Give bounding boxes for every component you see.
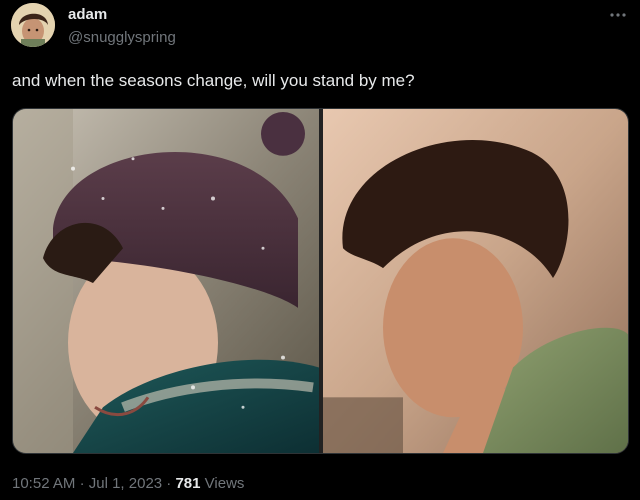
tweet-meta: 10:52 AM · Jul 1, 2023 · 781 Views bbox=[12, 475, 244, 492]
meta-separator: · bbox=[166, 475, 172, 492]
tweet-text: and when the seasons change, will you st… bbox=[12, 71, 415, 90]
photo-summer[interactable] bbox=[323, 109, 628, 453]
tweet-date[interactable]: Jul 1, 2023 bbox=[89, 475, 162, 492]
more-horizontal-icon[interactable] bbox=[608, 8, 628, 20]
author-name[interactable]: adam bbox=[68, 6, 107, 23]
photo-winter[interactable] bbox=[13, 109, 319, 453]
views-count: 781 bbox=[175, 475, 201, 492]
avatar[interactable] bbox=[11, 3, 55, 47]
views-label: Views bbox=[204, 475, 245, 492]
tweet: adam @snugglyspring and when the seasons… bbox=[0, 0, 640, 500]
author-handle[interactable]: @snugglyspring bbox=[68, 29, 176, 46]
avatar-image bbox=[11, 3, 55, 47]
meta-separator: · bbox=[79, 475, 85, 492]
tweet-time[interactable]: 10:52 AM bbox=[12, 475, 75, 492]
media-grid bbox=[12, 108, 629, 454]
